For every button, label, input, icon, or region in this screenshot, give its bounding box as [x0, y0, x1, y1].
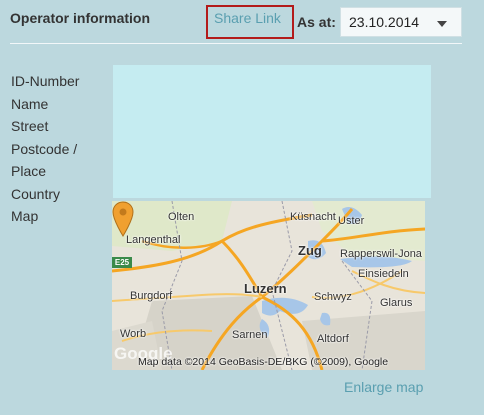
map-label-zug: Zug	[298, 243, 322, 258]
as-at-label: As at:	[297, 14, 336, 30]
road-badge: E25	[112, 257, 132, 268]
map-label-uster: Uster	[338, 215, 365, 227]
map-label-einsiedeln: Einsiedeln	[358, 268, 409, 280]
date-select[interactable]: 23.10.2014	[340, 7, 462, 37]
map-label-olten: Olten	[168, 211, 195, 223]
chevron-down-icon	[437, 21, 447, 27]
field-labels: ID-Number Name Street Postcode / Place C…	[11, 70, 79, 228]
map-view[interactable]: Olten Küsnacht Uster Langenthal Zug Rapp…	[112, 201, 425, 370]
map-attribution: Map data ©2014 GeoBasis-DE/BKG (©2009), …	[138, 356, 389, 368]
page-title: Operator information	[10, 10, 151, 26]
map-label-glarus: Glarus	[380, 297, 413, 309]
map-label-worb: Worb	[120, 328, 147, 340]
enlarge-map-link[interactable]: Enlarge map	[344, 379, 423, 395]
map-marker-icon[interactable]	[112, 201, 134, 237]
map-label-langenthal: Langenthal	[126, 234, 181, 246]
operator-details-panel	[113, 65, 431, 198]
header-divider	[10, 43, 462, 44]
map-label-schwyz: Schwyz	[314, 291, 352, 303]
label-country: Country	[11, 185, 61, 202]
map-label-rapperswil: Rapperswil-Jona	[340, 248, 422, 260]
label-street: Street	[11, 118, 49, 134]
label-name: Name	[11, 95, 49, 112]
map-label-altdorf: Altdorf	[317, 333, 349, 345]
label-map: Map	[11, 208, 39, 224]
label-id-number: ID-Number	[11, 73, 80, 89]
map-label-luzern: Luzern	[244, 281, 287, 296]
map-label-sarnen: Sarnen	[232, 329, 268, 341]
share-link[interactable]: Share Link	[214, 10, 281, 26]
label-place: Place	[11, 163, 47, 179]
header: Operator information Share Link As at: 2…	[0, 0, 484, 44]
map-label-kusnacht: Küsnacht	[290, 211, 336, 223]
map-label-burgdorf: Burgdorf	[130, 290, 173, 302]
date-value: 23.10.2014	[349, 14, 420, 30]
label-postcode: Postcode /	[11, 140, 78, 157]
